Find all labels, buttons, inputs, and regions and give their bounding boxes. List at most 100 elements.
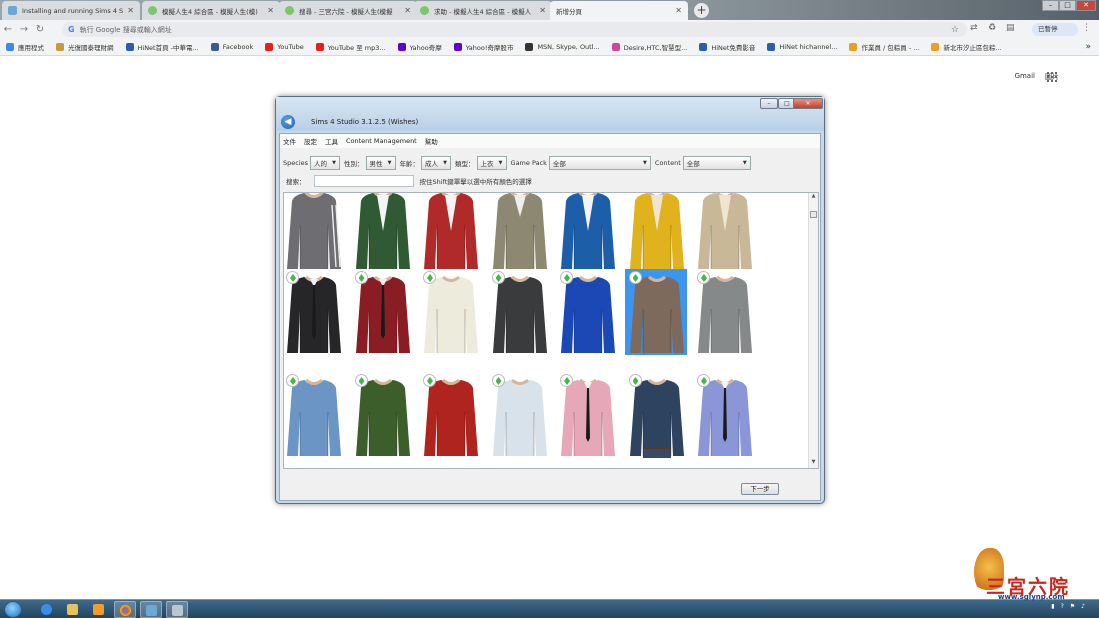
- bookmark-item[interactable]: HiNet首頁 -中華電...: [125, 42, 199, 52]
- network-icon[interactable]: ▮: [1051, 603, 1054, 610]
- species-select[interactable]: 人的 ▼: [310, 155, 341, 170]
- tab-close-icon[interactable]: ✕: [404, 6, 411, 15]
- cas-item-tile[interactable]: [693, 269, 755, 355]
- menu-kebab-icon[interactable]: ⋮: [1082, 23, 1091, 33]
- taskbar-explorer[interactable]: [62, 601, 84, 618]
- scroll-up-icon[interactable]: ▲: [809, 193, 818, 202]
- taskbar-media[interactable]: [88, 601, 110, 618]
- search-input[interactable]: [313, 175, 414, 187]
- cas-item-tile[interactable]: [556, 193, 618, 271]
- sims4studio-window: ◀ Sims 4 Studio 3.1.2.5 (Wishes) – □ ✕ 文…: [275, 96, 825, 504]
- close-button[interactable]: ✕: [793, 98, 823, 109]
- chevron-down-icon: ▼: [332, 159, 337, 166]
- type-select[interactable]: 上衣 ▼: [476, 155, 507, 170]
- grid-scrollbar[interactable]: ▲ ▼: [808, 193, 818, 468]
- scroll-thumb[interactable]: [810, 211, 817, 218]
- gamepack-label: Game Pack: [510, 158, 547, 167]
- tab-close-icon[interactable]: ✕: [127, 6, 134, 15]
- cas-item-tile[interactable]: [419, 193, 481, 271]
- profile-button[interactable]: 已暫停: [1032, 23, 1078, 36]
- taskbar-chrome[interactable]: [114, 601, 136, 618]
- gender-select[interactable]: 男性 ▼: [365, 155, 396, 170]
- bookmark-item[interactable]: 新北市汐止區包粽...: [931, 42, 1002, 52]
- browser-tab[interactable]: 模擬人生4 綜合區 - 模擬人生(模) ✕: [142, 1, 280, 20]
- close-window-button[interactable]: ✕: [1076, 0, 1096, 11]
- bookmark-item[interactable]: Facebook: [210, 43, 253, 51]
- cas-item-tile[interactable]: [625, 372, 687, 458]
- new-tab-button[interactable]: +: [694, 3, 709, 18]
- content-select[interactable]: 全部 ▼: [682, 155, 751, 170]
- back-icon[interactable]: ←: [0, 24, 16, 35]
- bookmark-star-icon[interactable]: ☆: [951, 25, 959, 35]
- flag-icon[interactable]: ⚑: [1070, 603, 1075, 610]
- cas-item-tile[interactable]: [625, 193, 687, 271]
- bookmark-item[interactable]: 作業員 / 包粽員 - ...: [849, 42, 919, 52]
- cas-item-tile[interactable]: [488, 372, 550, 458]
- omnibox[interactable]: G 執行 Google 搜尋或輸入網址 ☆: [62, 22, 967, 37]
- menu-content-management[interactable]: Content Management: [346, 137, 417, 145]
- age-select[interactable]: 成人 ▼: [421, 155, 452, 170]
- back-arrow-icon[interactable]: ◀: [281, 115, 295, 129]
- minimize-button[interactable]: –: [760, 98, 778, 109]
- bookmark-item[interactable]: YouTube 至 mp3...: [315, 42, 386, 52]
- browser-tab[interactable]: 新增分頁 ✕: [550, 1, 688, 20]
- tab-close-icon[interactable]: ✕: [675, 6, 682, 15]
- cas-item-tile[interactable]: [488, 269, 550, 355]
- tab-close-icon[interactable]: ✕: [539, 6, 546, 15]
- shirt-thumbnail: [492, 193, 547, 269]
- gamepack-select[interactable]: 全部 ▼: [548, 155, 651, 170]
- cas-item-tile[interactable]: [624, 269, 687, 355]
- bookmark-item[interactable]: Yahoo奇摩: [397, 42, 442, 52]
- gmail-link[interactable]: Gmail: [1015, 72, 1035, 82]
- extension-icon[interactable]: ♻: [988, 23, 996, 33]
- reader-icon[interactable]: ▤: [1006, 23, 1015, 33]
- translate-icon[interactable]: ⇄: [970, 23, 978, 33]
- menu-help[interactable]: 幫助: [425, 136, 438, 146]
- cas-item-tile[interactable]: [419, 372, 481, 458]
- bookmarks-overflow-icon[interactable]: »: [1085, 42, 1091, 52]
- menu-settings[interactable]: 設定: [304, 136, 317, 146]
- taskbar-window[interactable]: [166, 601, 188, 618]
- maximize-window-button[interactable]: □: [1059, 0, 1076, 11]
- volume-icon[interactable]: ♪: [1081, 603, 1085, 610]
- start-button[interactable]: [4, 601, 22, 618]
- bookmark-item[interactable]: 光復國泰理財網: [56, 42, 114, 52]
- menu-tools[interactable]: 工具: [325, 136, 338, 146]
- tab-close-icon[interactable]: ✕: [267, 6, 274, 15]
- cas-item-tile[interactable]: [351, 372, 413, 458]
- menu-file[interactable]: 文件: [283, 136, 296, 146]
- forward-icon[interactable]: →: [16, 24, 32, 35]
- google-apps-icon[interactable]: [1047, 72, 1057, 82]
- youtube-icon: [265, 43, 274, 51]
- browser-tab[interactable]: 求助 - 模擬人生4 綜合區 - 模擬人 ✕: [414, 1, 552, 20]
- browser-tab[interactable]: 搜尋 - 三宮六院 - 模擬人生(模擬 ✕: [279, 1, 417, 20]
- cas-item-tile[interactable]: [351, 269, 413, 355]
- bookmark-item[interactable]: 應用程式: [6, 42, 44, 52]
- bookmark-item[interactable]: MSN, Skype, Outl...: [525, 43, 600, 51]
- browser-tab[interactable]: Installing and running Sims 4 S ✕: [2, 1, 140, 20]
- scroll-down-icon[interactable]: ▼: [809, 459, 818, 468]
- taskbar-ie[interactable]: [36, 601, 58, 618]
- bookmark-item[interactable]: HiNet免費影音: [699, 42, 755, 52]
- help-icon[interactable]: ?: [1061, 603, 1064, 610]
- bookmark-item[interactable]: HiNet hichannel...: [767, 43, 837, 51]
- shirt-thumbnail: [698, 193, 752, 269]
- minimize-window-button[interactable]: –: [1042, 0, 1059, 11]
- cas-item-tile[interactable]: [284, 193, 344, 271]
- cas-item-tile[interactable]: [419, 269, 481, 355]
- cas-item-tile[interactable]: [284, 269, 344, 355]
- browser-toolbar: ← → ↻ G 執行 Google 搜尋或輸入網址 ☆: [0, 20, 1099, 39]
- cas-item-tile[interactable]: [351, 193, 413, 271]
- cas-item-tile[interactable]: [556, 372, 618, 458]
- bookmark-item[interactable]: Yahoo!奇摩股市: [453, 42, 513, 52]
- next-button[interactable]: 下一步: [741, 483, 779, 495]
- cas-item-tile[interactable]: [284, 372, 344, 458]
- cas-item-tile[interactable]: [556, 269, 618, 355]
- taskbar-sims4studio[interactable]: [140, 601, 162, 618]
- reload-icon[interactable]: ↻: [32, 24, 48, 35]
- bookmark-item[interactable]: YouTube: [265, 43, 304, 51]
- cas-item-tile[interactable]: [693, 372, 755, 458]
- bookmark-item[interactable]: Desire,HTC,智慧型...: [611, 42, 687, 52]
- cas-item-tile[interactable]: [488, 193, 550, 271]
- cas-item-tile[interactable]: [693, 193, 755, 271]
